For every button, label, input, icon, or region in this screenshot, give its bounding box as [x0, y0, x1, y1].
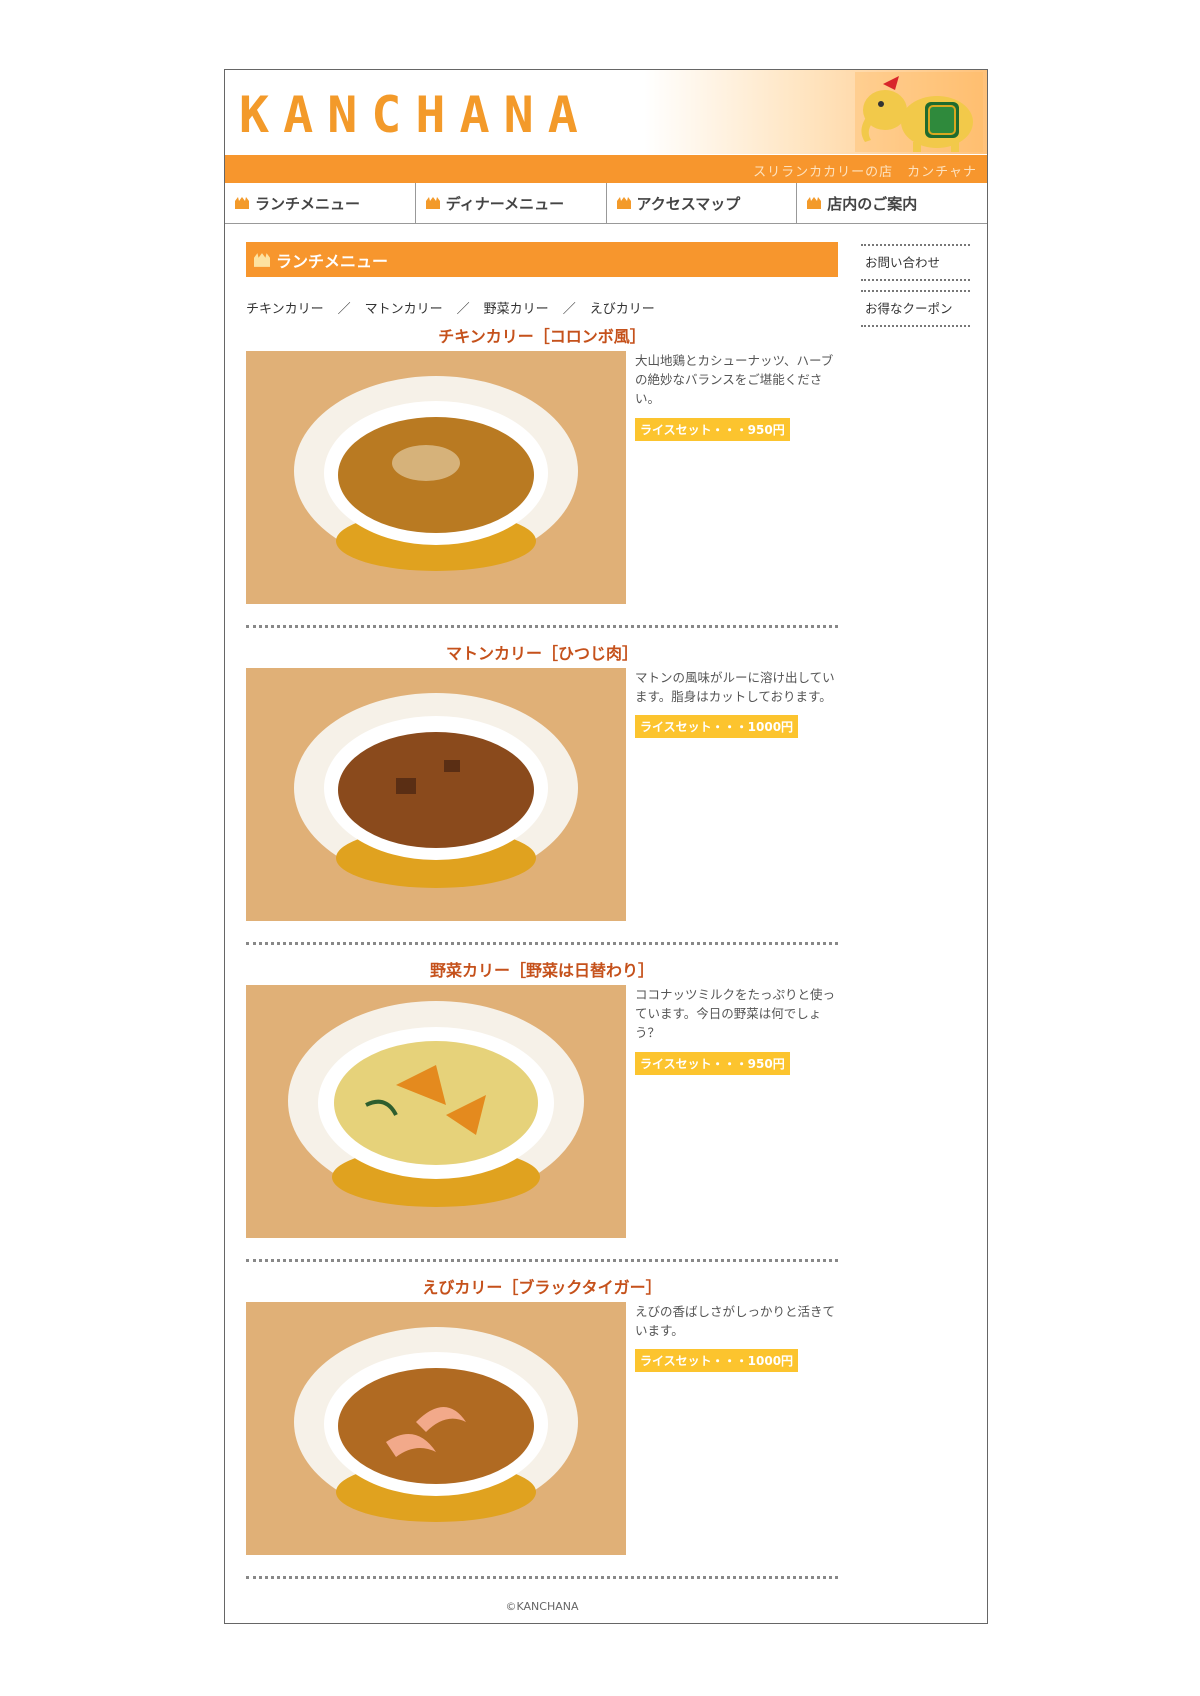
crown-icon [235, 197, 249, 209]
crown-icon [807, 197, 822, 209]
nav-label: アクセスマップ [636, 194, 741, 213]
nav-label: ランチメニュー [255, 194, 361, 213]
anchor-vegetable-curry[interactable]: 野菜カリー [484, 302, 549, 317]
crown-icon [616, 197, 631, 209]
nav-label: 店内のご案内 [827, 194, 918, 213]
price-badge: ライスセット・・・1000円 [635, 1349, 799, 1372]
anchor-shrimp-curry[interactable]: えびカリー [590, 302, 655, 317]
price-badge: ライスセット・・・1000円 [635, 715, 799, 738]
anchor-separator: ／ [562, 302, 576, 317]
curry-photo [246, 1302, 626, 1555]
main-nav: ランチメニュー ディナーメニュー アクセスマップ 店内のご案内 [225, 183, 987, 224]
site-logo[interactable]: KANCHANA [239, 86, 592, 144]
curry-photo [246, 351, 626, 604]
menu-item-description: 大山地鶏とカシューナッツ、ハーブの絶妙なバランスをご堪能ください。 [635, 353, 834, 406]
menu-item-title: えびカリー［ブラックタイガー］ [422, 1278, 662, 1297]
page-frame: KANCHANA スリランカカリーの店 カンチャナ ランチメニュー ディナーメニ… [224, 69, 988, 1624]
menu-item-title: マトンカリー［ひつじ肉］ [445, 644, 638, 663]
menu-item-vegetable: 野菜カリー［野菜は日替わり］ ココナッツミルクをたっぷりと使っています。今日の野… [246, 957, 838, 1238]
nav-label: ディナーメニュー [445, 194, 565, 213]
anchor-mutton-curry[interactable]: マトンカリー [365, 302, 443, 317]
anchor-separator: ／ [456, 302, 470, 317]
dotted-divider [246, 1576, 838, 1579]
sidebar-link-contact[interactable]: お問い合わせ [861, 244, 970, 281]
sidebar-link-coupon[interactable]: お得なクーポン [861, 290, 970, 327]
dotted-divider [246, 942, 838, 945]
menu-item-description: ココナッツミルクをたっぷりと使っています。今日の野菜は何でしょう？ [635, 987, 836, 1040]
crown-icon [425, 197, 440, 209]
nav-item-access-map[interactable]: アクセスマップ [607, 183, 798, 223]
anchor-separator: ／ [337, 302, 351, 317]
crown-icon [254, 252, 270, 267]
price-badge: ライスセット・・・950円 [635, 418, 790, 441]
section-heading-bar: ランチメニュー [246, 242, 838, 277]
site-header: KANCHANA [225, 70, 987, 154]
footer-copyright: ©KANCHANA [505, 1600, 579, 1613]
menu-item-shrimp: えびカリー［ブラックタイガー］ えびの香ばしさがしっかりと活きています。 ライス… [246, 1274, 838, 1555]
nav-item-lunch-menu[interactable]: ランチメニュー [225, 183, 416, 223]
menu-item-title: 野菜カリー［野菜は日替わり］ [429, 961, 654, 980]
price-badge: ライスセット・・・950円 [635, 1052, 790, 1075]
site-tagline: スリランカカリーの店 カンチャナ [753, 165, 977, 180]
menu-item-title: チキンカリー［コロンボ風］ [438, 327, 646, 346]
menu-item-chicken: チキンカリー［コロンボ風］ 大山地鶏とカシューナッツ、ハーブの絶妙なバランスをご… [246, 323, 838, 604]
nav-item-store-guide[interactable]: 店内のご案内 [797, 183, 987, 223]
tagline-bar: スリランカカリーの店 カンチャナ [225, 155, 987, 183]
menu-item-description: えびの香ばしさがしっかりと活きています。 [635, 1304, 836, 1338]
curry-photo [246, 985, 626, 1238]
elephant-mascot-icon [855, 72, 983, 152]
menu-item-mutton: マトンカリー［ひつじ肉］ マトンの風味がルーに溶け出しています。脂身はカットして… [246, 640, 838, 921]
dotted-divider [246, 1259, 838, 1262]
nav-item-dinner-menu[interactable]: ディナーメニュー [416, 183, 607, 223]
section-title: ランチメニュー [276, 251, 389, 271]
dotted-divider [246, 625, 838, 628]
anchor-chicken-curry[interactable]: チキンカリー [246, 302, 324, 317]
curry-photo [246, 668, 626, 921]
menu-anchor-links: チキンカリー ／ マトンカリー ／ 野菜カリー ／ えびカリー [246, 298, 655, 317]
menu-item-description: マトンの風味がルーに溶け出しています。脂身はカットしております。 [635, 670, 835, 704]
